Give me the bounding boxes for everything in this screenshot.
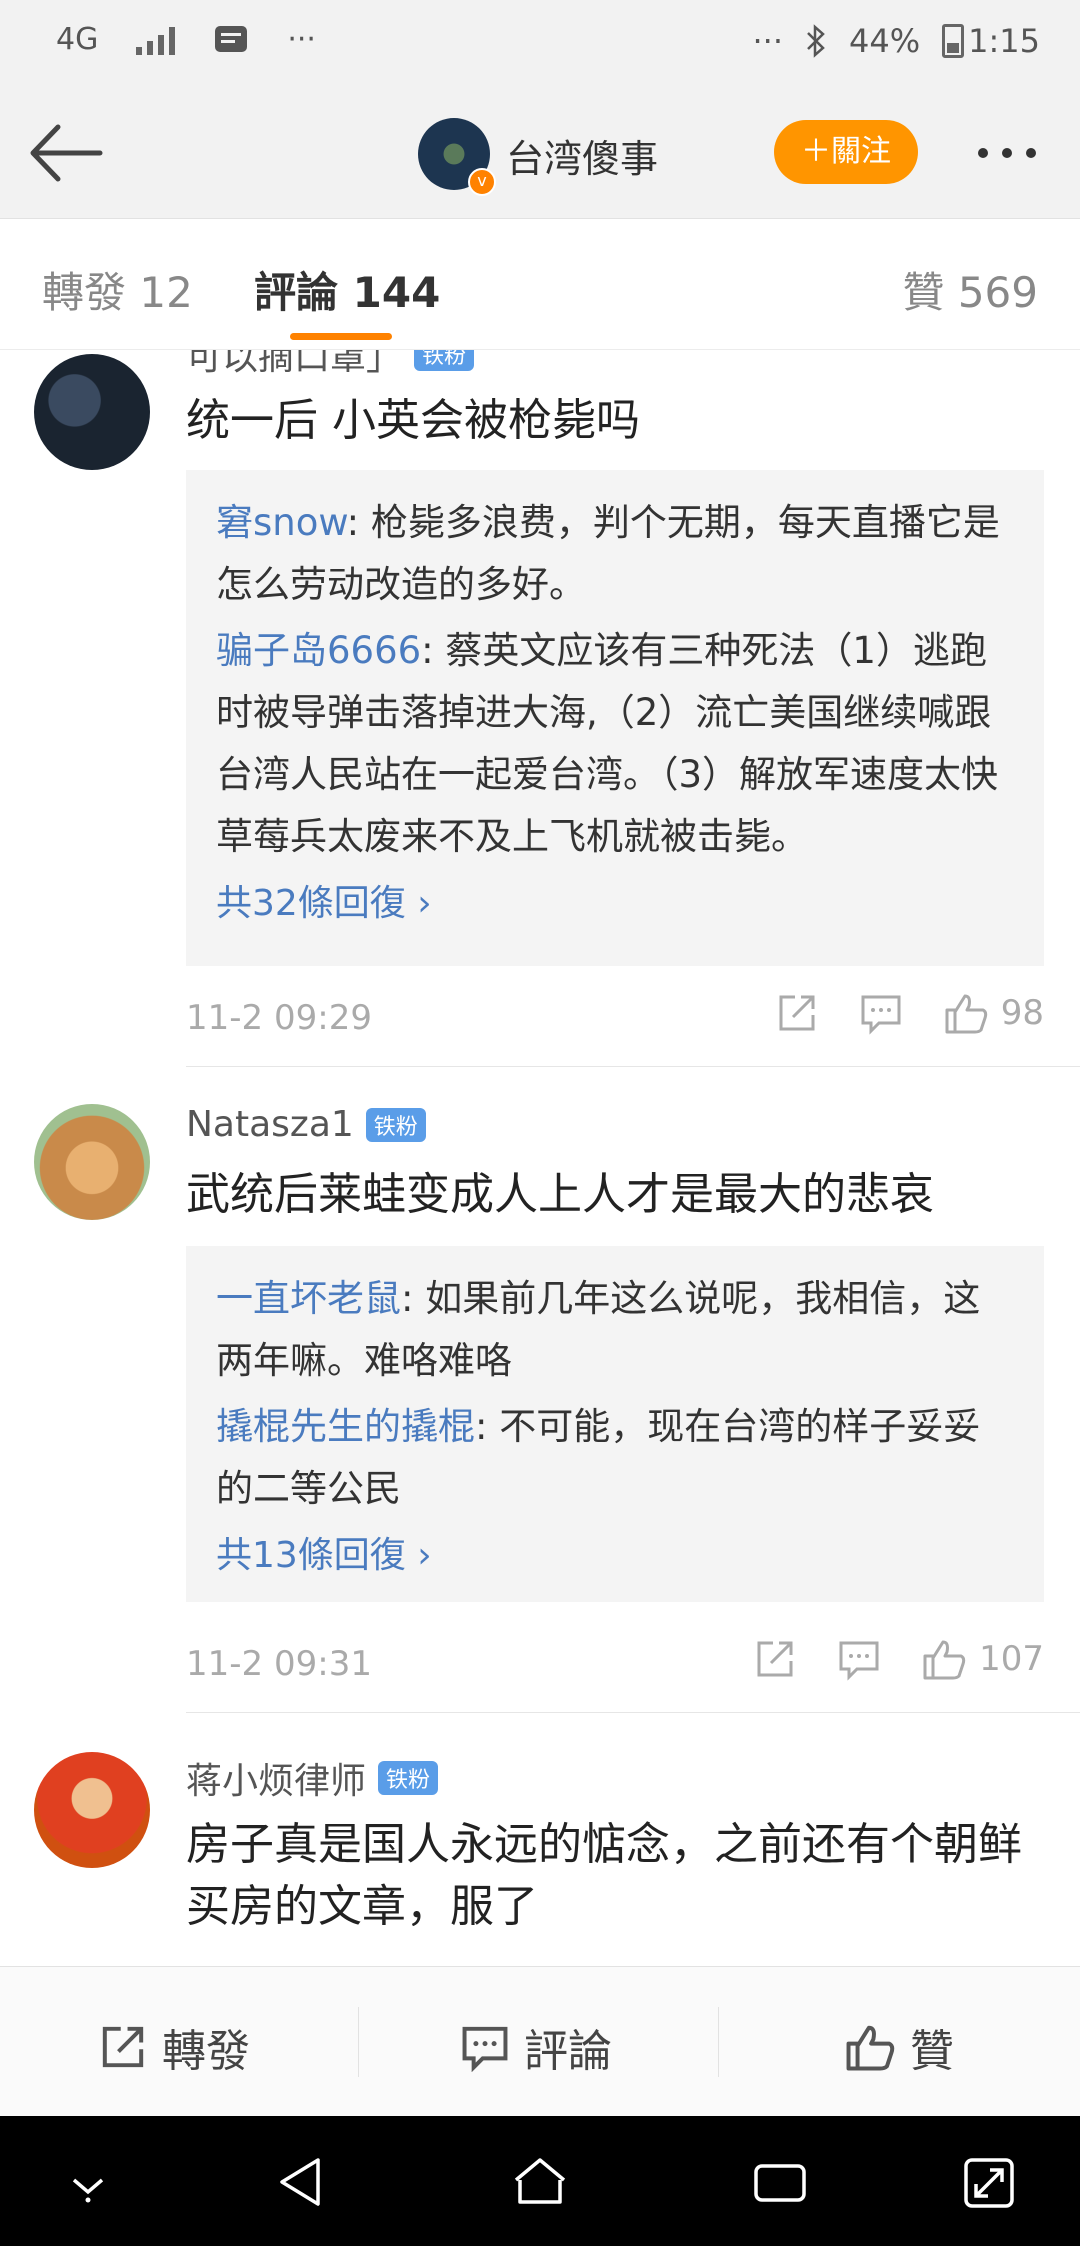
reply-username[interactable]: 窘snow	[216, 501, 347, 544]
share-icon	[102, 2026, 144, 2068]
comment-text: 统一后 小英会被枪毙吗	[186, 395, 640, 446]
like-button[interactable]: 107	[921, 1636, 1044, 1682]
recent-apps-icon[interactable]	[750, 2152, 810, 2212]
divider	[718, 2007, 719, 2077]
tab-likes[interactable]: 贊 569	[902, 259, 1038, 320]
fan-badge: 铁粉	[414, 350, 475, 371]
username[interactable]: Natasza1	[186, 1104, 354, 1145]
like-label: 贊	[910, 2026, 954, 2077]
fan-badge: 铁粉	[378, 1761, 439, 1795]
clock: 1:15	[968, 22, 1040, 60]
share-icon[interactable]	[753, 1637, 797, 1681]
divider	[358, 2007, 359, 2077]
message-icon	[215, 25, 248, 52]
signal-icon	[136, 25, 176, 55]
reply-username[interactable]: 撬棍先生的撬棍	[216, 1405, 475, 1448]
fan-badge: 铁粉	[365, 1107, 426, 1142]
reply-item: 窘snow: 枪毙多浪费，判个无期，每天直播它是怎么劳动改造的多好。	[216, 492, 1014, 616]
tab-comments[interactable]: 評論 144	[254, 259, 440, 320]
verified-badge-icon: v	[468, 168, 496, 196]
reply-item: 骗子岛6666: 蔡英文应该有三种死法（1）逃跑时被导弹击落掉进大海,（2）流亡…	[216, 620, 1014, 868]
comment-meta: 11-2 09:31 107	[186, 1636, 1044, 1696]
reply-item: 一直坏老鼠: 如果前几年这么说呢，我相信，这两年嘛。难咯难咯	[216, 1268, 1014, 1392]
system-navigation-bar	[0, 2116, 1080, 2246]
like-count: 107	[979, 1639, 1044, 1679]
avatar[interactable]	[34, 354, 150, 470]
bluetooth-icon	[807, 24, 825, 58]
thumbs-up-icon	[945, 994, 987, 1034]
share-icon[interactable]	[775, 991, 819, 1035]
reply-icon[interactable]	[859, 991, 903, 1035]
username[interactable]: 蒋小烦律师	[186, 1752, 366, 1804]
status-bar: 4G ··· ··· 44% 1:15	[0, 0, 1080, 92]
expand-icon[interactable]	[962, 2152, 1016, 2212]
more-options-icon[interactable]	[978, 148, 1036, 158]
comment-label: 評論	[524, 2026, 612, 2077]
home-icon[interactable]	[510, 2152, 570, 2212]
like-button[interactable]: 98	[943, 990, 1044, 1036]
comment-text: 武统后莱蛙变成人上人才是最大的悲哀	[186, 1169, 934, 1220]
more-notifications-icon: ···	[287, 22, 316, 57]
reply-item: 撬棍先生的撬棍: 不可能，现在台湾的样子妥妥的二等公民	[216, 1396, 1014, 1520]
tab-repost[interactable]: 轉發 12	[42, 259, 193, 320]
comment-time: 11-2 09:31	[186, 1644, 372, 1684]
bottom-action-bar: 轉發 評論 贊	[0, 1966, 1080, 2117]
reply-username[interactable]: 一直坏老鼠	[216, 1277, 401, 1320]
like-button[interactable]: 贊	[844, 2015, 954, 2079]
repost-button[interactable]: 轉發	[98, 2015, 250, 2079]
follow-button[interactable]: ＋關注	[774, 120, 918, 184]
back-arrow-icon[interactable]	[28, 122, 104, 184]
thumbs-up-icon	[923, 1640, 966, 1680]
comment-icon	[462, 2026, 508, 2072]
comment-list[interactable]: 可以摘口罩」 铁粉 统一后 小英会被枪毙吗 窘snow: 枪毙多浪费，判个无期，…	[0, 350, 1080, 1966]
view-more-replies-link[interactable]: 共13條回復 ›	[216, 1526, 1014, 1578]
username[interactable]: 可以摘口罩」	[186, 350, 402, 380]
collapse-icon[interactable]	[66, 2152, 110, 2212]
thumbs-up-icon	[846, 2025, 895, 2071]
divider	[186, 1066, 1080, 1067]
reply-username[interactable]: 骗子岛6666	[216, 629, 421, 672]
more-status-icon: ···	[752, 22, 784, 60]
top-nav-bar: v 台湾傻事 ＋關注	[0, 92, 1080, 219]
comment-time: 11-2 09:29	[186, 998, 372, 1038]
comment-button[interactable]: 評論	[460, 2015, 612, 2079]
tab-bar: 轉發 12 評論 144 贊 569	[0, 219, 1080, 350]
repost-label: 轉發	[162, 2026, 250, 2077]
avatar[interactable]	[34, 1752, 150, 1868]
avatar[interactable]	[34, 1104, 150, 1220]
reply-icon[interactable]	[837, 1637, 881, 1681]
battery-percent: 44%	[849, 22, 921, 60]
comment-meta: 11-2 09:29 98	[186, 990, 1044, 1050]
reply-preview-box[interactable]: 窘snow: 枪毙多浪费，判个无期，每天直播它是怎么劳动改造的多好。 骗子岛66…	[186, 470, 1044, 966]
view-more-replies-link[interactable]: 共32條回復 ›	[216, 874, 1014, 926]
divider	[186, 1712, 1080, 1713]
back-icon[interactable]	[274, 2152, 326, 2212]
reply-preview-box[interactable]: 一直坏老鼠: 如果前几年这么说呢，我相信，这两年嘛。难咯难咯 撬棍先生的撬棍: …	[186, 1246, 1044, 1602]
active-tab-indicator	[290, 333, 392, 340]
network-indicator: 4G	[56, 22, 99, 57]
like-count: 98	[1000, 993, 1044, 1033]
battery-icon	[942, 24, 965, 58]
account-name[interactable]: 台湾傻事	[506, 128, 658, 183]
comment-text: 房子真是国人永远的惦念，之前还有个朝鲜买房的文章，服了	[186, 1819, 1022, 1932]
